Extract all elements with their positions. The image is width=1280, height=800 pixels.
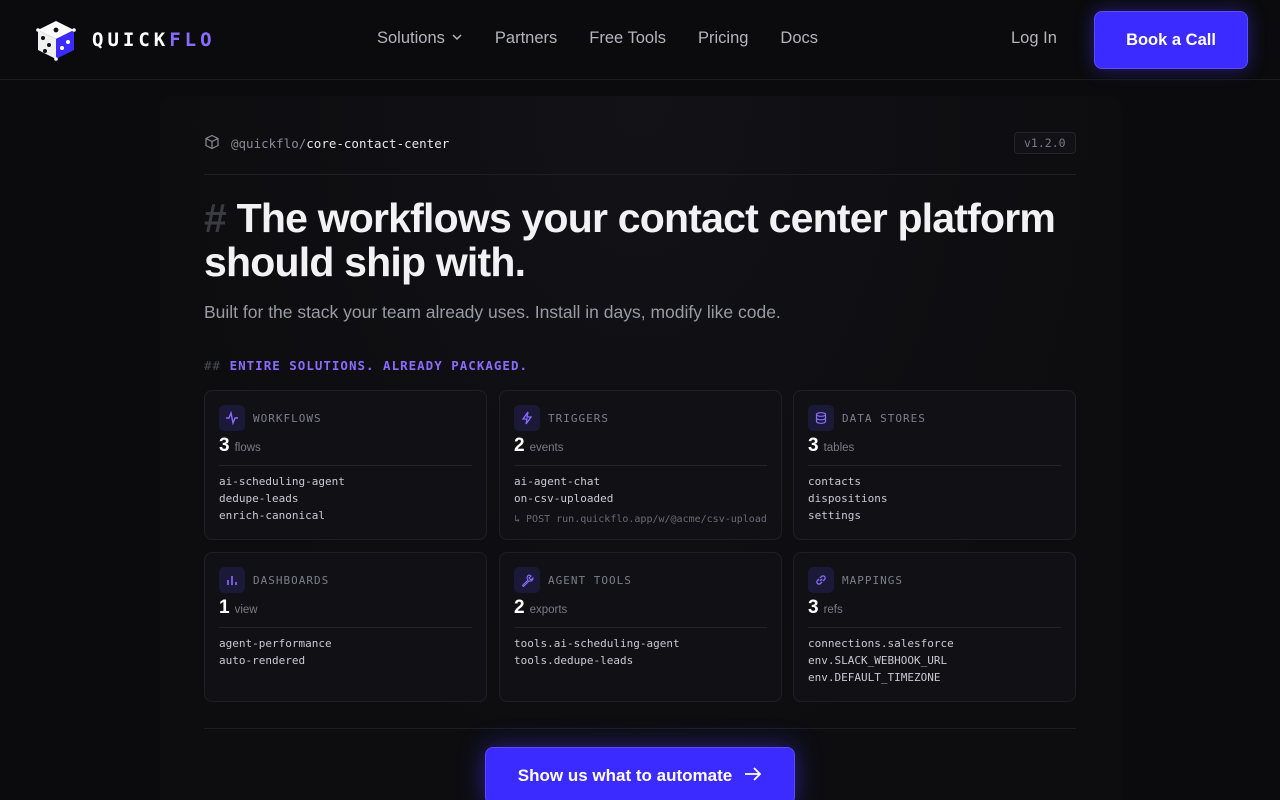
bar-chart-icon <box>219 567 245 593</box>
cards-divider <box>204 728 1076 729</box>
card-count: 3 <box>808 597 819 618</box>
card-unit: events <box>529 442 564 454</box>
arrow-right-icon <box>744 766 762 786</box>
package-identifier: @quickflo/core-contact-center <box>204 134 449 153</box>
card-unit: exports <box>529 604 568 616</box>
section-label: ## ENTIRE SOLUTIONS. ALREADY PACKAGED. <box>204 358 528 373</box>
book-call-button[interactable]: Book a Call <box>1094 11 1248 69</box>
list-item: agent-performance <box>219 637 332 650</box>
list-item: tools.dedupe-leads <box>514 654 634 667</box>
card-triggers[interactable]: TRIGGERS 2 events ai-agent-chat on-csv-up… <box>499 390 782 540</box>
wrench-icon <box>514 567 540 593</box>
activity-icon <box>219 405 245 431</box>
header-divider <box>204 174 1076 175</box>
list-item: on-csv-uploaded <box>514 492 614 505</box>
card-count: 2 <box>514 597 525 618</box>
list-item: auto-rendered <box>219 654 306 667</box>
dice-logo-icon <box>36 21 76 61</box>
headline-text: The workflows your contact center platfo… <box>204 195 1056 285</box>
lightning-icon <box>514 405 540 431</box>
card-title: TRIGGERS <box>548 411 609 425</box>
brand-name: QUICKFLO <box>92 29 216 51</box>
card-title: AGENT TOOLS <box>548 573 632 587</box>
nav-free-tools[interactable]: Free Tools <box>589 29 666 48</box>
card-dashboards[interactable]: DASHBOARDS 1 view agent-performance auto-… <box>204 552 487 702</box>
card-divider <box>219 465 472 466</box>
nav-links: Solutions Partners Free Tools Pricing Do… <box>377 29 850 48</box>
card-count: 2 <box>514 435 525 456</box>
card-mappings[interactable]: MAPPINGS 3 refs connections.salesforce en… <box>793 552 1076 702</box>
list-item: ai-agent-chat <box>514 475 601 488</box>
card-unit: tables <box>823 442 855 454</box>
cta-label: Show us what to automate <box>517 766 733 785</box>
nav-partners[interactable]: Partners <box>495 29 557 48</box>
list-item: dispositions <box>808 492 888 505</box>
login-link[interactable]: Log In <box>1011 29 1057 48</box>
package-name: core-contact-center <box>306 136 450 151</box>
list-item: contacts <box>808 475 861 488</box>
card-title: WORKFLOWS <box>253 411 322 425</box>
hero-headline: # The workflows your contact center plat… <box>204 196 1064 284</box>
database-icon <box>808 405 834 431</box>
list-item: tools.ai-scheduling-agent <box>514 637 680 650</box>
card-count: 3 <box>808 435 819 456</box>
card-divider <box>514 627 767 628</box>
nav-docs[interactable]: Docs <box>780 29 818 48</box>
card-unit: flows <box>234 442 261 454</box>
card-title: DATA STORES <box>842 411 926 425</box>
chevron-down-icon <box>451 29 463 48</box>
headline-hash: # <box>204 195 227 241</box>
nav-solutions-label: Solutions <box>377 29 445 47</box>
list-item: connections.salesforce <box>808 637 954 650</box>
card-agent-tools[interactable]: AGENT TOOLS 2 exports tools.ai-scheduling… <box>499 552 782 702</box>
webhook-url-note: ↳ POST run.quickflo.app/w/@acme/csv-uplo… <box>514 514 767 525</box>
list-item: enrich-canonical <box>219 509 325 522</box>
card-workflows[interactable]: WORKFLOWS 3 flows ai-scheduling-agent ded… <box>204 390 487 540</box>
show-us-automate-button[interactable]: Show us what to automate <box>485 747 795 800</box>
card-title: MAPPINGS <box>842 573 903 587</box>
list-item: env.SLACK_WEBHOOK_URL <box>808 654 948 667</box>
card-count: 3 <box>219 435 230 456</box>
link-icon <box>808 567 834 593</box>
card-data-stores[interactable]: DATA STORES 3 tables contacts disposition… <box>793 390 1076 540</box>
version-badge: v1.2.0 <box>1014 132 1076 154</box>
card-unit: view <box>234 604 258 616</box>
card-divider <box>808 627 1061 628</box>
card-count: 1 <box>219 597 230 618</box>
hero-subhead: Built for the stack your team already us… <box>204 302 781 322</box>
list-item: env.DEFAULT_TIMEZONE <box>808 671 941 684</box>
card-divider <box>514 465 767 466</box>
top-navigation: QUICKFLO Solutions Partners Free Tools P… <box>0 0 1280 80</box>
card-unit: refs <box>823 604 843 616</box>
nav-solutions[interactable]: Solutions <box>377 29 463 48</box>
card-divider <box>808 465 1061 466</box>
list-item: ai-scheduling-agent <box>219 475 345 488</box>
brand-logo[interactable]: QUICKFLO <box>34 18 216 62</box>
card-divider <box>219 627 472 628</box>
card-title: DASHBOARDS <box>253 573 330 587</box>
package-scope: @quickflo/ <box>231 136 307 151</box>
list-item: dedupe-leads <box>219 492 299 505</box>
nav-pricing[interactable]: Pricing <box>698 29 748 48</box>
package-box-icon <box>204 134 220 153</box>
list-item: settings <box>808 509 861 522</box>
